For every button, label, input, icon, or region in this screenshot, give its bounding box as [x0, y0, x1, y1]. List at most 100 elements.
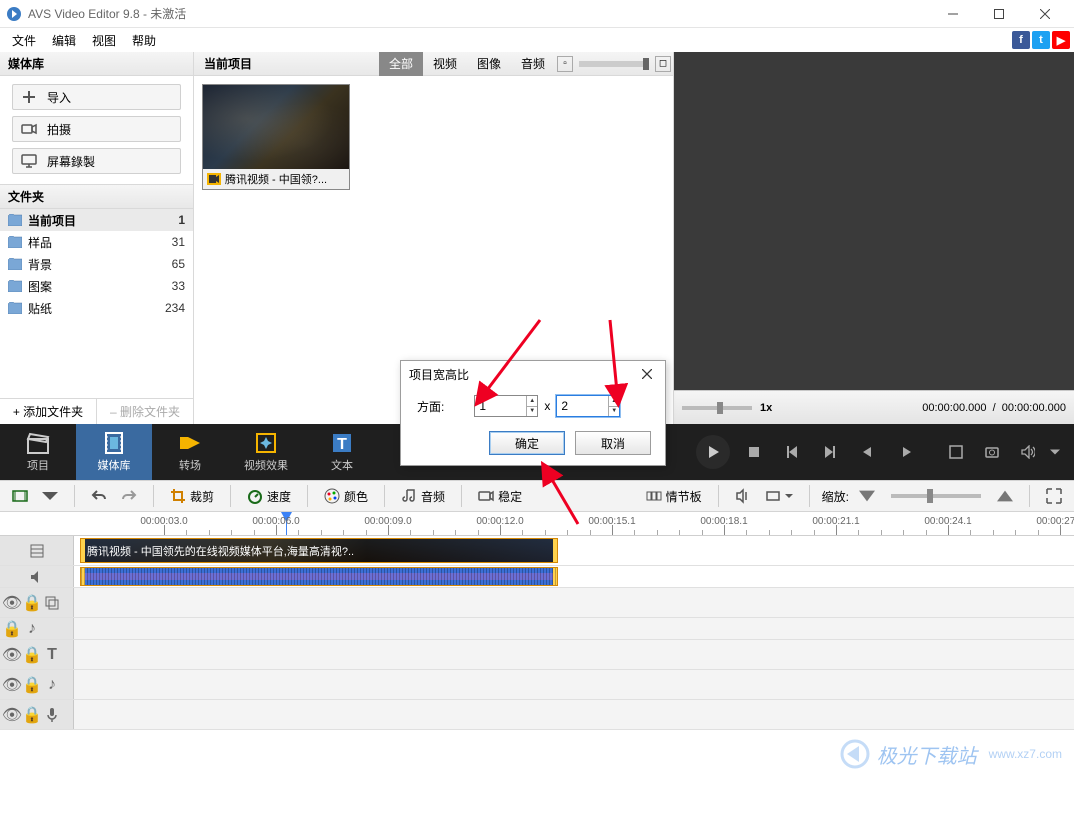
tab-image[interactable]: 图像 [467, 52, 511, 76]
prev-button[interactable] [778, 438, 806, 466]
thumb-size-slider[interactable] [579, 61, 649, 67]
vol-balance-icon[interactable] [731, 485, 755, 507]
speed-slider[interactable] [682, 406, 752, 410]
stop-button[interactable] [740, 438, 768, 466]
fullscreen-icon[interactable] [942, 438, 970, 466]
folder-current-project[interactable]: 当前项目1 [0, 209, 193, 231]
overlay-audio-track[interactable] [74, 618, 1074, 639]
crop-button[interactable]: 裁剪 [166, 485, 218, 507]
undo-button[interactable] [87, 485, 111, 507]
video-track[interactable]: 腾讯视频 - 中国领先的在线视频媒体平台,海量高清视?.. [74, 536, 1074, 565]
folder-samples[interactable]: 样品31 [0, 231, 193, 253]
folder-icon [8, 302, 22, 314]
mode-text[interactable]: T 文本 [304, 424, 380, 480]
menu-edit[interactable]: 编辑 [44, 30, 84, 51]
minimize-button[interactable] [930, 0, 976, 28]
note-icon: ♪ [24, 621, 40, 637]
tab-audio[interactable]: 音频 [511, 52, 555, 76]
filmstrip-icon [102, 431, 126, 455]
video-track-header[interactable] [0, 536, 74, 565]
volume-dropdown-icon[interactable] [1050, 438, 1060, 466]
close-button[interactable] [1022, 0, 1068, 28]
thumb-large-icon[interactable]: ◻ [655, 56, 671, 72]
dialog-title: 项目宽高比 [409, 366, 469, 383]
text-icon: T [44, 647, 60, 663]
media-thumbnail[interactable]: 腾讯视频 - 中国领?... [202, 84, 350, 190]
tab-video[interactable]: 视频 [423, 52, 467, 76]
menu-file[interactable]: 文件 [4, 30, 44, 51]
menu-view[interactable]: 视图 [84, 30, 124, 51]
audio-track[interactable] [74, 670, 1074, 699]
redo-button[interactable] [117, 485, 141, 507]
overlay-track[interactable] [74, 588, 1074, 617]
zoom-slider[interactable] [891, 494, 981, 498]
voice-track[interactable] [74, 700, 1074, 729]
youtube-icon[interactable]: ▶ [1052, 31, 1070, 49]
media-library-header: 媒体库 [0, 52, 193, 76]
capture-button[interactable]: 拍摄 [12, 116, 181, 142]
zoom-out-icon[interactable] [855, 485, 879, 507]
volume-icon[interactable] [1014, 438, 1042, 466]
audio-main-track[interactable] [74, 566, 1074, 587]
tab-all[interactable]: 全部 [379, 52, 423, 76]
zoom-in-icon[interactable] [993, 485, 1017, 507]
eye-icon: 👁 [4, 707, 20, 723]
aspect-icon[interactable] [761, 485, 797, 507]
maximize-button[interactable] [976, 0, 1022, 28]
import-button[interactable]: 导入 [12, 84, 181, 110]
palette-icon [324, 488, 340, 504]
audio-button[interactable]: 音频 [397, 485, 449, 507]
stabilize-button[interactable]: 稳定 [474, 485, 526, 507]
twitter-icon[interactable]: t [1032, 31, 1050, 49]
snapshot-icon[interactable] [978, 438, 1006, 466]
crop-icon [170, 488, 186, 504]
ok-button[interactable]: 确定 [489, 431, 565, 455]
video-clip[interactable]: 腾讯视频 - 中国领先的在线视频媒体平台,海量高清视?.. [80, 538, 558, 563]
audio-track-header[interactable]: 👁 🔒 ♪ [0, 670, 74, 699]
cancel-button[interactable]: 取消 [575, 431, 651, 455]
menu-help[interactable]: 帮助 [124, 30, 164, 51]
overlay-audio-header[interactable]: 🔒 ♪ [0, 618, 74, 639]
color-button[interactable]: 颜色 [320, 485, 372, 507]
mode-vfx[interactable]: 视频效果 [228, 424, 304, 480]
gauge-icon [247, 488, 263, 504]
fit-icon[interactable] [1042, 485, 1066, 507]
text-track-header[interactable]: 👁 🔒 T [0, 640, 74, 669]
video-badge-icon [207, 173, 221, 185]
folders-header: 文件夹 [0, 185, 193, 209]
audio-main-track-header[interactable] [0, 566, 74, 587]
timeline-ruler[interactable]: 00:00:03.000:00:06.000:00:09.000:00:12.0… [0, 512, 1074, 536]
mode-project[interactable]: 项目 [0, 424, 76, 480]
camera-icon [478, 488, 494, 504]
tl-dropdown-icon[interactable] [38, 485, 62, 507]
svg-text:T: T [337, 436, 347, 453]
storyboard-button[interactable]: 情节板 [642, 485, 706, 507]
preview-screen [674, 52, 1074, 390]
play-button[interactable] [696, 435, 730, 469]
mark-out-button[interactable] [892, 438, 920, 466]
delete-folder-button[interactable]: – 删除文件夹 [96, 399, 193, 424]
film-icon [29, 543, 45, 559]
overlay-track-header[interactable]: 👁 🔒 [0, 588, 74, 617]
thumb-small-icon[interactable]: ▫ [557, 56, 573, 72]
speed-button[interactable]: 速度 [243, 485, 295, 507]
speaker-icon [29, 569, 45, 585]
mode-transition[interactable]: 转场 [152, 424, 228, 480]
voice-track-header[interactable]: 👁 🔒 [0, 700, 74, 729]
facebook-icon[interactable]: f [1012, 31, 1030, 49]
folder-backgrounds[interactable]: 背景65 [0, 253, 193, 275]
audio-clip[interactable] [80, 567, 558, 586]
folder-icon [8, 280, 22, 292]
add-folder-button[interactable]: + 添加文件夹 [0, 399, 96, 424]
text-track[interactable] [74, 640, 1074, 669]
mode-media[interactable]: 媒体库 [76, 424, 152, 480]
screen-record-button[interactable]: 屏幕錄製 [12, 148, 181, 174]
mark-in-button[interactable] [854, 438, 882, 466]
next-button[interactable] [816, 438, 844, 466]
speed-label: 1x [760, 402, 772, 414]
tl-video-track-icon[interactable] [8, 485, 32, 507]
folder-stickers[interactable]: 贴纸234 [0, 297, 193, 319]
annotation-arrow [470, 316, 550, 413]
folder-patterns[interactable]: 图案33 [0, 275, 193, 297]
lock-icon: 🔒 [24, 707, 40, 723]
